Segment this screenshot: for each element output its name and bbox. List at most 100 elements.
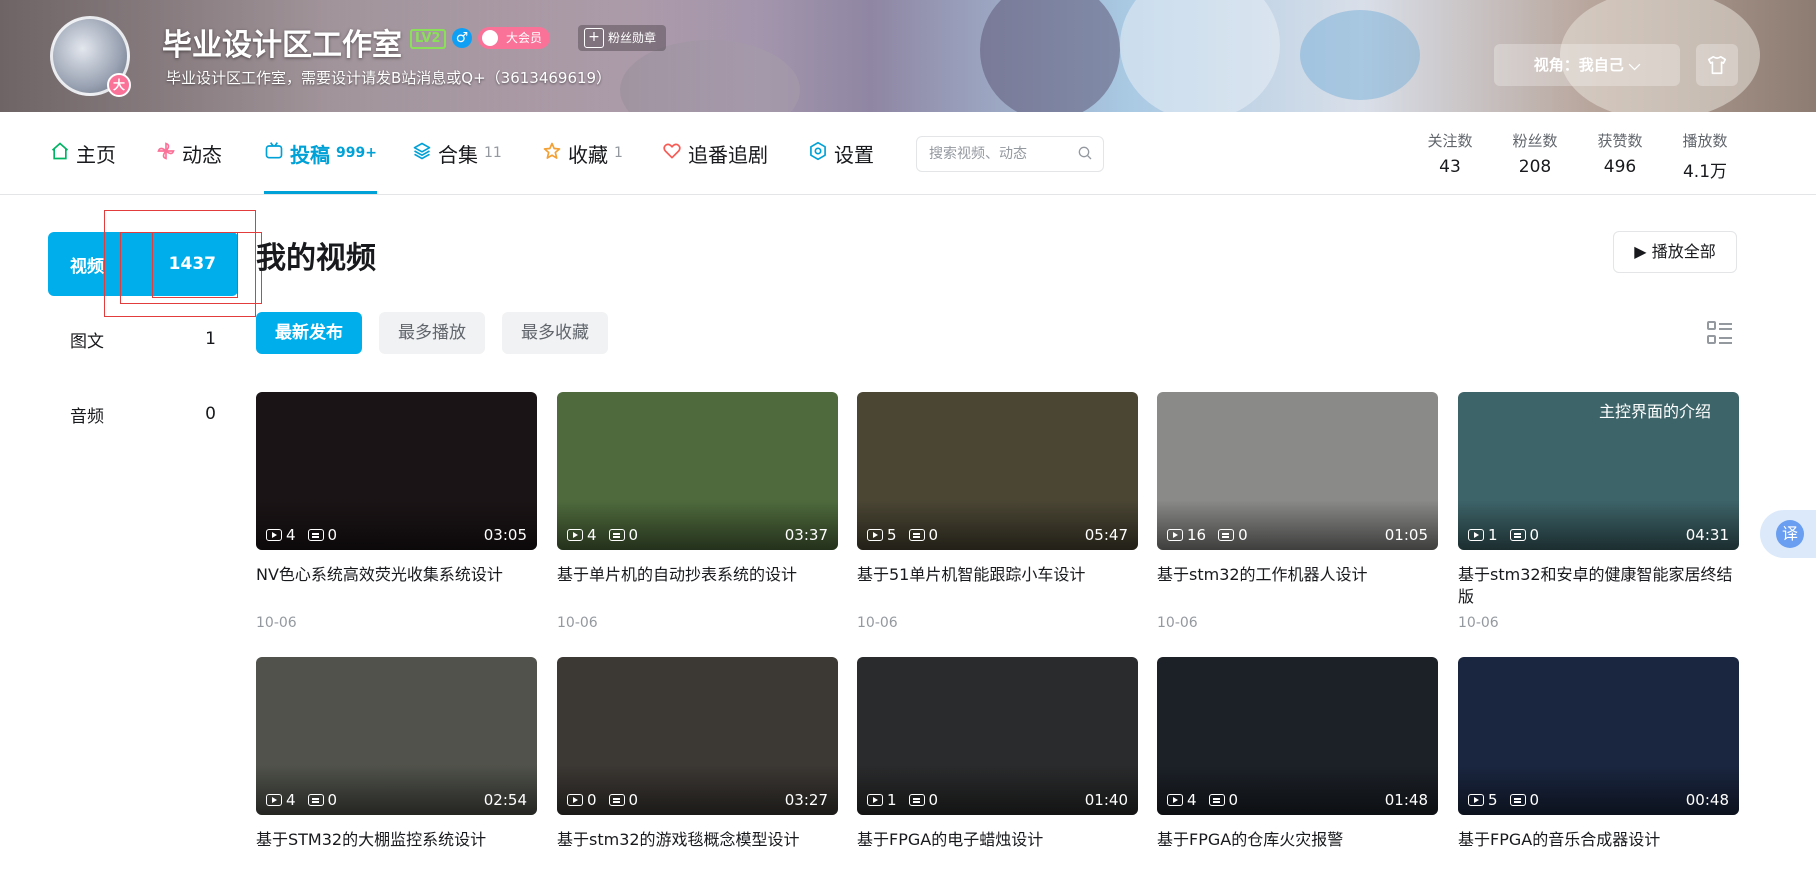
- nav-uploads-label: 投稿: [290, 142, 330, 167]
- nav-bangumi[interactable]: 追番追剧: [662, 112, 768, 194]
- stat-plays-label: 播放数: [1682, 132, 1728, 150]
- play-count: 4: [1187, 791, 1197, 809]
- video-title[interactable]: 基于FPGA的电子蜡烛设计: [857, 829, 1138, 873]
- video-card[interactable]: 16 0 01:05 基于stm32的工作机器人设计 10-06: [1157, 392, 1438, 631]
- stat-following[interactable]: 关注数 43: [1415, 130, 1485, 177]
- video-duration: 00:48: [1685, 791, 1729, 809]
- video-title[interactable]: 基于51单片机智能跟踪小车设计: [857, 564, 1138, 608]
- shirt-icon[interactable]: [1696, 44, 1738, 86]
- video-stats: 4 0 01:48: [1167, 791, 1428, 809]
- video-stats: 4 0 03:05: [266, 526, 527, 544]
- danmaku-count: 0: [1228, 791, 1239, 809]
- username: 毕业设计区工作室: [162, 28, 402, 63]
- video-title[interactable]: 基于stm32的游戏毯概念模型设计: [557, 829, 838, 873]
- banner-decoration: [980, 0, 1120, 112]
- play-all-button[interactable]: ▶ 播放全部: [1613, 231, 1737, 273]
- nav-home[interactable]: 主页: [50, 112, 116, 194]
- video-thumbnail[interactable]: 4 0 03:37: [557, 392, 838, 550]
- video-thumbnail[interactable]: 主控界面的介绍 1 0 04:31: [1458, 392, 1739, 550]
- fan-medal-button[interactable]: 粉丝勋章: [578, 25, 667, 51]
- video-thumbnail[interactable]: 16 0 01:05: [1157, 392, 1438, 550]
- video-card[interactable]: 4 0 03:37 基于单片机的自动抄表系统的设计 10-06: [557, 392, 838, 631]
- search-icon[interactable]: [1077, 145, 1093, 165]
- vip-badge[interactable]: 大会员: [478, 27, 551, 49]
- play-count: 5: [887, 526, 897, 544]
- video-date: 10-06: [857, 615, 898, 631]
- search-box: [916, 136, 1104, 172]
- translate-button[interactable]: 译: [1760, 510, 1816, 558]
- video-card[interactable]: 5 0 05:47 基于51单片机智能跟踪小车设计 10-06: [857, 392, 1138, 631]
- video-title[interactable]: 基于FPGA的音乐合成器设计: [1458, 829, 1739, 873]
- video-title[interactable]: NV色心系统高效荧光收集系统设计: [256, 564, 537, 608]
- nav-dynamic[interactable]: 动态: [156, 112, 222, 194]
- stat-following-label: 关注数: [1427, 132, 1473, 150]
- nav-favorites[interactable]: 收藏 1: [542, 112, 623, 194]
- sidebar-item-label: 视频: [70, 256, 104, 277]
- danmaku-icon: [1509, 794, 1526, 806]
- video-duration: 04:31: [1685, 526, 1729, 544]
- video-duration: 03:05: [483, 526, 527, 544]
- nav-collections[interactable]: 合集 11: [412, 112, 502, 194]
- video-title[interactable]: 基于stm32和安卓的健康智能家居终结版: [1458, 564, 1739, 608]
- sort-most-favorited[interactable]: 最多收藏: [502, 312, 608, 354]
- danmaku-count: 0: [327, 791, 338, 809]
- sort-latest[interactable]: 最新发布: [256, 312, 362, 354]
- list-view-icon[interactable]: [1706, 319, 1734, 347]
- video-duration: 01:05: [1384, 526, 1428, 544]
- translate-icon: 译: [1776, 520, 1804, 548]
- gender-male-icon: ♂: [452, 28, 472, 48]
- danmaku-icon: [608, 794, 625, 806]
- nav-dynamic-label: 动态: [182, 142, 222, 167]
- sidebar-item-video[interactable]: 视频 1437: [48, 232, 238, 296]
- play-count: 4: [587, 526, 597, 544]
- video-thumbnail[interactable]: 5 0 05:47: [857, 392, 1138, 550]
- profile-nav: 主页 动态 投稿 999+ 合集 11 收藏 1 追番追剧 设置 关注数 43 …: [0, 112, 1816, 195]
- video-thumbnail[interactable]: 1 0 01:40: [857, 657, 1138, 815]
- video-stats: 1 0 04:31: [1468, 526, 1729, 544]
- sort-most-played[interactable]: 最多播放: [379, 312, 485, 354]
- sidebar-item-audio[interactable]: 音频 0: [48, 382, 238, 446]
- video-stats: 4 0 03:37: [567, 526, 828, 544]
- sidebar-item-label: 音频: [70, 406, 104, 427]
- view-as-dropdown[interactable]: 视角：我自己 ⌵: [1494, 44, 1680, 86]
- settings-icon: [808, 141, 828, 166]
- stat-likes: 获赞数 496: [1585, 130, 1655, 177]
- level-badge: LV2: [410, 29, 446, 49]
- video-card[interactable]: 1 0 01:40 基于FPGA的电子蜡烛设计: [857, 657, 1138, 873]
- video-duration: 03:37: [784, 526, 828, 544]
- video-thumbnail[interactable]: 4 0 02:54: [256, 657, 537, 815]
- video-title[interactable]: 基于FPGA的仓库火灾报警: [1157, 829, 1438, 873]
- video-card[interactable]: 4 0 02:54 基于STM32的大棚监控系统设计: [256, 657, 537, 873]
- video-card[interactable]: 5 0 00:48 基于FPGA的音乐合成器设计: [1458, 657, 1739, 873]
- video-thumbnail[interactable]: 4 0 01:48: [1157, 657, 1438, 815]
- sidebar-item-count: 0: [205, 404, 216, 424]
- video-card[interactable]: 4 0 03:05 NV色心系统高效荧光收集系统设计 10-06: [256, 392, 537, 631]
- video-duration: 03:27: [784, 791, 828, 809]
- search-input[interactable]: [917, 137, 1091, 171]
- video-stats: 16 0 01:05: [1167, 526, 1428, 544]
- play-count: 4: [286, 791, 296, 809]
- danmaku-icon: [1208, 794, 1225, 806]
- home-icon: [50, 141, 70, 166]
- video-title[interactable]: 基于STM32的大棚监控系统设计: [256, 829, 537, 873]
- video-card[interactable]: 4 0 01:48 基于FPGA的仓库火灾报警: [1157, 657, 1438, 873]
- video-thumbnail[interactable]: 0 0 03:27: [557, 657, 838, 815]
- video-stats: 4 0 02:54: [266, 791, 527, 809]
- nav-favorites-label: 收藏: [568, 142, 608, 167]
- sidebar-item-article[interactable]: 图文 1: [48, 307, 238, 371]
- video-card[interactable]: 0 0 03:27 基于stm32的游戏毯概念模型设计: [557, 657, 838, 873]
- stat-fans[interactable]: 粉丝数 208: [1500, 130, 1570, 177]
- video-title[interactable]: 基于单片机的自动抄表系统的设计: [557, 564, 838, 608]
- nav-settings[interactable]: 设置: [808, 112, 874, 194]
- danmaku-count: 0: [628, 791, 639, 809]
- nav-bangumi-label: 追番追剧: [688, 142, 768, 167]
- play-count-icon: [266, 529, 282, 541]
- pinwheel-icon: [156, 141, 176, 166]
- video-thumbnail[interactable]: 4 0 03:05: [256, 392, 537, 550]
- video-title[interactable]: 基于stm32的工作机器人设计: [1157, 564, 1438, 608]
- danmaku-count: 0: [628, 526, 639, 544]
- video-card[interactable]: 主控界面的介绍 1 0 04:31 基于stm32和安卓的健康智能家居终结版 10-06: [1458, 392, 1739, 631]
- nav-uploads[interactable]: 投稿 999+: [264, 112, 377, 194]
- nav-favorites-count: 1: [614, 145, 623, 161]
- video-thumbnail[interactable]: 5 0 00:48: [1458, 657, 1739, 815]
